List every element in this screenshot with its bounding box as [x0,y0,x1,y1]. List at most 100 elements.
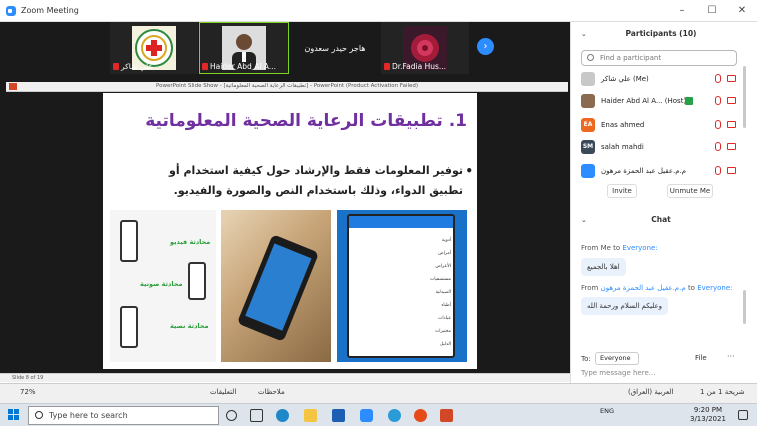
chat-to-label: To: [581,355,591,363]
menu-item: الدليل [439,342,451,347]
chat-message: اهلا بالجميع [581,258,626,276]
next-page-arrow-icon[interactable]: › [477,38,494,55]
chat-recipient[interactable]: Everyone: [622,244,657,252]
video-tile-4[interactable]: Dr.Fadia Hus... [381,22,469,74]
menu-item: أمراض [438,251,451,256]
powerpoint-icon [9,83,17,90]
video-tile-2[interactable]: Haider Abd Al A... [199,22,289,74]
chat-scrollbar[interactable] [743,290,746,324]
windows-start-icon[interactable] [8,409,20,421]
participant-row[interactable]: م.م.عقيل عبد الحمزة مرهون [581,162,741,182]
telegram-icon[interactable] [388,409,401,422]
cortana-icon[interactable] [226,410,237,421]
chrome-icon[interactable] [414,409,427,422]
menu-item: أدوية [441,238,451,243]
file-explorer-icon[interactable] [304,409,317,422]
avatar [581,72,595,86]
chat-sender-line: From Me to Everyone: [581,244,658,252]
slide-info: Slide 8 of 19 [12,375,44,381]
chat-recipient-select[interactable]: Everyone [595,352,639,365]
windows-taskbar: Type here to search ENG 9:20 PM 3/13/202… [0,403,757,426]
phone-graphic [236,234,320,342]
chat-sender-line: From م.م.عقيل عبد الحمزة مرهون to Everyo… [581,284,732,292]
maximize-button[interactable]: ☐ [697,0,727,22]
title-bar: Zoom Meeting – ☐ ✕ [0,0,757,22]
presentation-slide: 1. تطبيقات الرعاية الصحية المعلوماتية تو… [103,93,477,369]
participant-row[interactable]: EA Enas ahmed [581,116,741,136]
taskbar-search-placeholder: Type here to search [49,411,128,420]
more-options-icon[interactable]: ··· [727,352,735,361]
search-placeholder: Find a participant [600,54,662,62]
zoom-level[interactable]: 72% [20,388,36,396]
participant-row[interactable]: SM salah mahdi [581,138,741,158]
comments-button[interactable]: التعليقات [210,388,236,396]
invite-button[interactable]: Invite [607,184,637,198]
chat-message-input[interactable]: Type message here... [581,369,741,383]
chat-to: to [687,284,695,292]
window-controls: – ☐ ✕ [667,0,757,22]
search-icon [587,54,594,61]
image-label: محادثة صوتية [140,280,183,288]
ppt-window-title: PowerPoint Slide Show - [تطبيقات الرعاية… [156,83,419,89]
search-icon [35,411,43,419]
video-tile-1[interactable]: علي شاكر [110,22,198,74]
input-language[interactable]: ENG [600,407,614,415]
file-button[interactable]: File [695,354,707,362]
bottom-status-bar: 72% التعليقات ملاحظات العربية (العراق) ش… [0,383,757,403]
participant-name: Haider Abd Al A... (Host) [601,97,687,105]
video-off-icon[interactable] [727,121,736,128]
participant-search-input[interactable]: Find a participant [581,50,737,66]
clock-time: 9:20 PM [693,406,723,414]
participant-row[interactable]: علي شاكر (Me) [581,70,741,90]
unmute-me-button[interactable]: Unmute Me [667,184,713,198]
video-off-icon[interactable] [727,75,736,82]
phone-graphic [120,306,138,348]
video-off-icon[interactable] [727,97,736,104]
muted-mic-icon[interactable] [715,142,721,151]
video-off-icon[interactable] [727,143,736,150]
participant-row[interactable]: Haider Abd Al A... (Host) [581,92,741,112]
mail-icon[interactable] [332,409,345,422]
phone-graphic [188,262,206,300]
video-off-icon[interactable] [727,167,736,174]
zoom-taskbar-icon[interactable] [360,409,373,422]
minimize-button[interactable]: – [667,0,697,22]
phone-screen [245,243,312,331]
muted-mic-icon[interactable] [715,166,721,175]
tile-name: Dr.Fadia Hus... [392,62,447,71]
menu-item: الصيدلية [435,290,451,295]
notes-button[interactable]: ملاحظات [258,388,285,396]
muted-mic-icon [113,63,119,70]
taskbar-search-input[interactable]: Type here to search [28,406,219,425]
image-label: محادثة فيديو [170,238,211,246]
clock-date: 3/13/2021 [690,415,726,423]
tile-name: هاجر حيدر سعدون [304,43,366,53]
muted-mic-icon[interactable] [715,96,721,105]
close-button[interactable]: ✕ [727,0,757,22]
system-tray[interactable]: ENG [600,407,614,415]
video-tile-3[interactable]: هاجر حيدر سعدون [290,22,380,74]
edge-icon[interactable] [276,409,289,422]
task-view-icon[interactable] [250,409,263,422]
chat-recipient[interactable]: Everyone: [697,284,732,292]
muted-mic-icon[interactable] [715,74,721,83]
avatar [581,164,595,178]
menu-item: عيادات [438,316,451,321]
menu-item: مستشفيات [429,277,451,282]
medical-app-screenshot: أدوية أمراض الأعراض مستشفيات الصيدلية أط… [337,210,467,362]
participants-scrollbar[interactable] [743,66,746,128]
avatar: EA [581,118,595,132]
taskbar-clock[interactable]: 9:20 PM 3/13/2021 [690,406,726,424]
tile-name: علي شاكر [121,62,153,71]
participant-name: علي شاكر (Me) [601,75,649,83]
powerpoint-taskbar-icon[interactable] [440,409,453,422]
image-label: محادثة نصية [170,322,209,330]
chat-modes-image: محادثة فيديو محادثة صوتية محادثة نصية [110,210,216,362]
chat-sender[interactable]: م.م.عقيل عبد الحمزة مرهون [601,284,686,292]
window-title: Zoom Meeting [21,6,79,15]
avatar: SM [581,140,595,154]
chat-header: Chat [651,215,671,224]
notifications-icon[interactable] [738,410,748,420]
muted-mic-icon[interactable] [715,120,721,129]
participant-name: م.م.عقيل عبد الحمزة مرهون [601,167,687,175]
